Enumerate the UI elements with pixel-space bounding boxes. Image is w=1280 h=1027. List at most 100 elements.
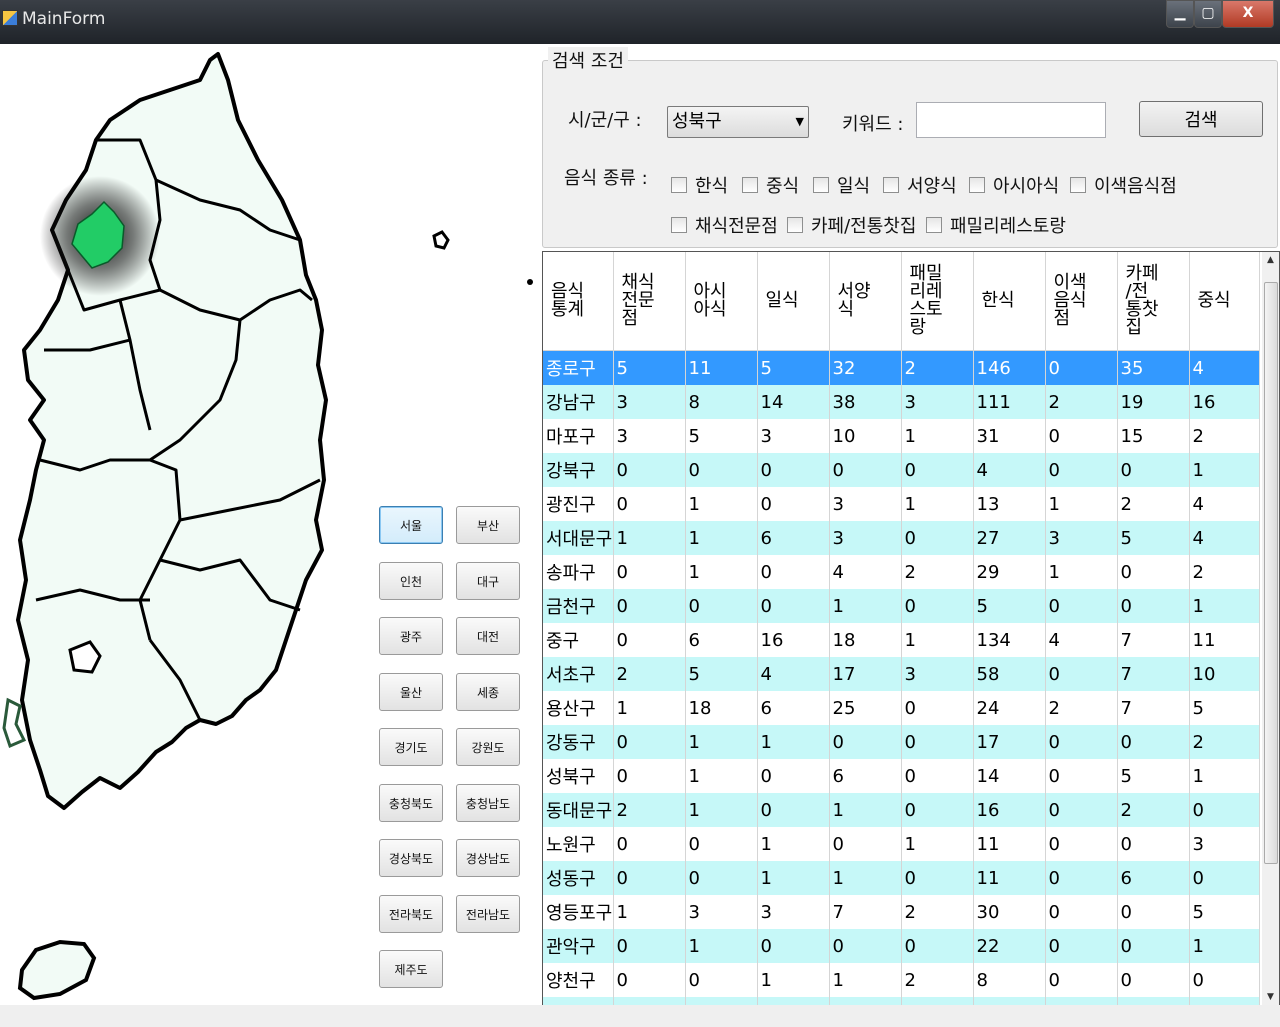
count-cell[interactable]: 18 xyxy=(685,691,758,725)
count-cell[interactable]: 6 xyxy=(757,691,830,725)
count-cell[interactable]: 6 xyxy=(757,521,830,555)
column-header[interactable]: 한식 xyxy=(973,252,1046,351)
region-button[interactable]: 제주도 xyxy=(379,950,443,988)
count-cell[interactable]: 0 xyxy=(1117,453,1190,487)
food-type-checkbox[interactable]: 아시아식 xyxy=(969,172,1059,198)
count-cell[interactable]: 0 xyxy=(1045,759,1118,793)
count-cell[interactable]: 13 xyxy=(973,487,1046,521)
count-cell[interactable]: 2 xyxy=(901,350,974,385)
count-cell[interactable]: 1 xyxy=(757,827,830,861)
district-cell[interactable]: 금천구 xyxy=(543,589,614,623)
count-cell[interactable]: 0 xyxy=(1045,861,1118,895)
region-button[interactable]: 대구 xyxy=(456,562,520,600)
count-cell[interactable]: 3 xyxy=(829,521,902,555)
count-cell[interactable]: 3 xyxy=(757,419,830,453)
count-cell[interactable]: 5 xyxy=(1189,895,1260,929)
count-cell[interactable]: 1 xyxy=(757,725,830,759)
count-cell[interactable]: 1 xyxy=(685,793,758,827)
region-button[interactable]: 충청북도 xyxy=(379,784,443,822)
checkbox-square[interactable] xyxy=(813,177,829,193)
count-cell[interactable]: 19 xyxy=(1117,385,1190,419)
district-cell[interactable]: 관악구 xyxy=(543,929,614,963)
count-cell[interactable]: 2 xyxy=(901,963,974,997)
food-type-checkbox[interactable]: 중식 xyxy=(742,172,799,198)
count-cell[interactable]: 0 xyxy=(901,929,974,963)
column-header[interactable]: 서양 식 xyxy=(829,252,902,351)
count-cell[interactable]: 0 xyxy=(613,555,686,589)
count-cell[interactable]: 0 xyxy=(901,691,974,725)
column-header[interactable]: 중식 xyxy=(1189,252,1260,351)
count-cell[interactable]: 1 xyxy=(901,623,974,657)
count-cell[interactable]: 1 xyxy=(901,827,974,861)
count-cell[interactable]: 1 xyxy=(1189,929,1260,963)
count-cell[interactable]: 1 xyxy=(901,419,974,453)
district-cell[interactable]: 성동구 xyxy=(543,861,614,895)
count-cell[interactable]: 30 xyxy=(973,895,1046,929)
count-cell[interactable]: 0 xyxy=(1045,350,1118,385)
count-cell[interactable]: 0 xyxy=(1117,555,1190,589)
count-cell[interactable]: 3 xyxy=(1045,521,1118,555)
search-button[interactable]: 검색 xyxy=(1139,101,1263,137)
count-cell[interactable]: 1 xyxy=(901,487,974,521)
count-cell[interactable]: 7 xyxy=(1117,623,1190,657)
region-button[interactable]: 경기도 xyxy=(379,728,443,766)
city-dropdown[interactable]: 성북구 ▼ xyxy=(667,106,809,138)
count-cell[interactable]: 0 xyxy=(901,589,974,623)
district-cell[interactable]: 마포구 xyxy=(543,419,614,453)
count-cell[interactable]: 3 xyxy=(829,487,902,521)
table-row[interactable]: 서대문구 1 1 6 3 0 27 3 5 4 xyxy=(543,521,1260,555)
table-row[interactable]: 성동구 0 0 1 1 0 11 0 6 0 xyxy=(543,861,1260,895)
region-button[interactable]: 세종 xyxy=(456,673,520,711)
count-cell[interactable]: 58 xyxy=(973,657,1046,691)
count-cell[interactable]: 0 xyxy=(829,453,902,487)
count-cell[interactable]: 10 xyxy=(1189,657,1260,691)
count-cell[interactable]: 0 xyxy=(1045,793,1118,827)
table-row[interactable]: 영등포구 1 3 3 7 2 30 0 0 5 xyxy=(543,895,1260,929)
count-cell[interactable]: 17 xyxy=(973,725,1046,759)
count-cell[interactable]: 1 xyxy=(1189,759,1260,793)
district-cell[interactable]: 광진구 xyxy=(543,487,614,521)
count-cell[interactable]: 8 xyxy=(685,385,758,419)
region-button[interactable]: 대전 xyxy=(456,617,520,655)
checkbox-square[interactable] xyxy=(1070,177,1086,193)
checkbox-square[interactable] xyxy=(671,177,687,193)
food-type-checkbox[interactable]: 카페/전통찻집 xyxy=(787,212,916,238)
count-cell[interactable]: 0 xyxy=(1045,419,1118,453)
count-cell[interactable]: 0 xyxy=(757,453,830,487)
count-cell[interactable]: 1 xyxy=(685,929,758,963)
count-cell[interactable]: 111 xyxy=(973,385,1046,419)
region-button[interactable]: 경상북도 xyxy=(379,839,443,877)
count-cell[interactable]: 1 xyxy=(829,589,902,623)
region-button[interactable]: 강원도 xyxy=(456,728,520,766)
count-cell[interactable]: 0 xyxy=(1117,963,1190,997)
count-cell[interactable]: 0 xyxy=(901,521,974,555)
food-type-checkbox[interactable]: 패밀리레스토랑 xyxy=(926,212,1066,238)
count-cell[interactable]: 3 xyxy=(613,419,686,453)
maximize-button[interactable]: ▢ xyxy=(1194,0,1222,28)
count-cell[interactable]: 0 xyxy=(613,623,686,657)
table-row[interactable]: 마포구 3 5 3 10 1 31 0 15 2 xyxy=(543,419,1260,453)
table-row[interactable]: 광진구 0 1 0 3 1 13 1 2 4 xyxy=(543,487,1260,521)
region-button[interactable]: 전라북도 xyxy=(379,895,443,933)
count-cell[interactable]: 14 xyxy=(757,385,830,419)
count-cell[interactable]: 0 xyxy=(1117,725,1190,759)
count-cell[interactable]: 2 xyxy=(1189,725,1260,759)
count-cell[interactable]: 25 xyxy=(829,691,902,725)
count-cell[interactable]: 1 xyxy=(613,691,686,725)
count-cell[interactable]: 0 xyxy=(613,861,686,895)
district-cell[interactable]: 강북구 xyxy=(543,453,614,487)
checkbox-square[interactable] xyxy=(787,217,803,233)
count-cell[interactable]: 1 xyxy=(829,963,902,997)
table-row[interactable]: 양천구 0 0 1 1 2 8 0 0 0 xyxy=(543,963,1260,997)
district-cell[interactable]: 서대문구 xyxy=(543,521,614,555)
count-cell[interactable]: 1 xyxy=(1045,487,1118,521)
column-header[interactable]: 카페 /전 통찻 집 xyxy=(1117,252,1190,351)
count-cell[interactable]: 5 xyxy=(613,350,686,385)
checkbox-square[interactable] xyxy=(883,177,899,193)
close-button[interactable]: X xyxy=(1222,0,1274,28)
count-cell[interactable]: 0 xyxy=(901,453,974,487)
count-cell[interactable]: 2 xyxy=(613,793,686,827)
count-cell[interactable]: 38 xyxy=(829,385,902,419)
table-row[interactable]: 동대문구 2 1 0 1 0 16 0 2 0 xyxy=(543,793,1260,827)
count-cell[interactable]: 0 xyxy=(1189,861,1260,895)
